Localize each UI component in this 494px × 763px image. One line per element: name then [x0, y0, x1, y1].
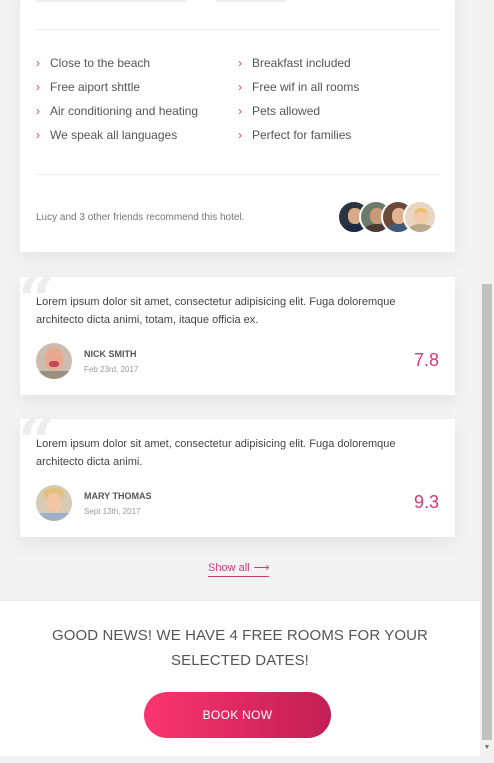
review-card: “ Lorem ipsum dolor sit amet, consectetu… — [18, 411, 455, 537]
availability-message: GOOD NEWS! WE HAVE 4 FREE ROOMS FOR YOUR… — [52, 627, 428, 669]
friends-avatars — [337, 200, 437, 234]
amenity-item: › Free aiport shttle — [36, 80, 141, 94]
scroll-down-icon[interactable]: ▼ — [483, 744, 491, 752]
divider — [36, 29, 439, 30]
recommend-text: Lucy and 3 other friends recommend this … — [36, 212, 245, 223]
amenities-list-left: › Close to the beach › Free aiport shttle … — [36, 54, 226, 150]
avatar[interactable] — [403, 200, 437, 234]
chevron-right-icon: › — [238, 104, 242, 118]
chevron-right-icon: › — [36, 80, 40, 94]
scrollbar[interactable]: ▼ — [480, 0, 494, 763]
amenity-item: › Close to the beach — [36, 56, 151, 70]
chevron-right-icon: › — [238, 128, 242, 142]
amenity-item: › Breakfast included — [238, 56, 351, 70]
booking-section: GOOD NEWS! WE HAVE 4 FREE ROOMS FOR YOUR… — [0, 600, 480, 756]
amenity-item: › Perfect for families — [238, 128, 352, 142]
reviewer-name: NICK SMITH — [84, 349, 137, 359]
review-score: 9.3 — [413, 492, 439, 512]
reviewer-name: MARY THOMAS — [84, 491, 152, 501]
amenity-item: › We speak all languages — [36, 128, 178, 142]
review-date: Sept 13th, 2017 — [84, 507, 141, 516]
review-score: 7.8 — [413, 350, 439, 370]
review-text: Lorem ipsum dolor sit amet, consectetur … — [36, 438, 396, 468]
page: › Close to the beach › Free aiport shttle … — [0, 0, 480, 763]
chevron-right-icon: › — [36, 128, 40, 142]
amenity-item: › Free wif in all rooms — [238, 80, 360, 94]
show-all-link[interactable]: Show all ⟶ — [208, 561, 270, 577]
avatar[interactable] — [36, 343, 72, 379]
book-now-button[interactable]: BOOK NOW — [144, 692, 331, 738]
chevron-right-icon: › — [36, 56, 40, 70]
amenity-item: › Pets allowed — [238, 104, 321, 118]
chevron-right-icon: › — [36, 104, 40, 118]
review-date: Feb 23rd, 2017 — [84, 365, 139, 374]
review-text: Lorem ipsum dolor sit amet, consectetur … — [36, 296, 396, 326]
show-all-label: Show all — [208, 562, 250, 574]
divider — [36, 174, 439, 175]
amenities-list-right: › Breakfast included › Free wif in all roo… — [238, 54, 428, 150]
chevron-right-icon: › — [238, 80, 242, 94]
scrollbar-thumb[interactable] — [482, 284, 492, 740]
truncated-text — [36, 0, 286, 2]
review-card: “ Lorem ipsum dolor sit amet, consectetu… — [18, 269, 455, 395]
chevron-right-icon: › — [238, 56, 242, 70]
amenity-item: › Air conditioning and heating — [36, 104, 199, 118]
hotel-amenities-card: › Close to the beach › Free aiport shttle … — [20, 0, 455, 252]
avatar[interactable] — [36, 485, 72, 521]
arrow-right-icon: ⟶ — [253, 562, 270, 574]
